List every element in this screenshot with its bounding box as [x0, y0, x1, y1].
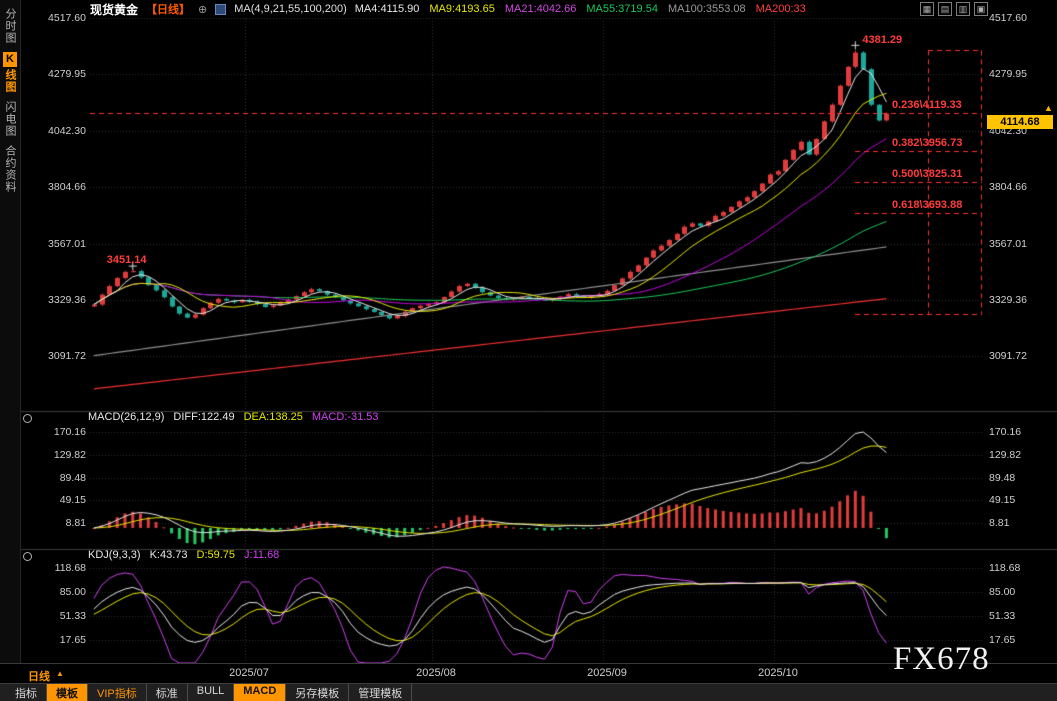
fib-level-label-2: 0.500\3825.31 [892, 168, 963, 180]
macd-tick-right-0: 170.16 [989, 426, 1022, 438]
price-tick-right-5: 3329.36 [989, 294, 1027, 306]
ma-value-2: MA21:4042.66 [504, 3, 577, 15]
layout-option-icon-3[interactable]: ▣ [974, 2, 988, 16]
kdj-tick-left-2: 51.33 [59, 610, 86, 622]
kdj-indicator-header: KDJ(9,3,3) K:43.73 D:59.75 J:11.68 [88, 549, 279, 561]
macd-panel-collapse-icon[interactable] [23, 414, 32, 423]
macd-tick-left-2: 89.48 [59, 472, 86, 484]
price-tick-left-5: 3329.36 [48, 294, 86, 306]
bottom-toolbar-tabs: 指标 模板 VIP指标 标准 BULL MACD 另存模板 管理模板 [6, 684, 413, 701]
price-tick-right-4: 3567.01 [989, 238, 1027, 250]
macd-diff-value: DIFF:122.49 [173, 411, 235, 423]
xaxis-month-label-3: 2025/10 [758, 667, 798, 679]
kdj-k-value: K:43.73 [149, 549, 188, 561]
bottom-tab-5[interactable]: MACD [234, 684, 287, 701]
kdj-tick-left-0: 118.68 [54, 562, 86, 574]
kdj-tick-right-0: 118.68 [989, 562, 1021, 574]
layout-option-icon-0[interactable]: ▦ [920, 2, 934, 16]
kdj-tick-left-3: 17.65 [59, 634, 86, 646]
price-tick-left-3: 3804.66 [48, 181, 86, 193]
xaxis-month-label-1: 2025/08 [416, 667, 456, 679]
ma-value-4: MA100:3553.08 [667, 3, 746, 15]
ma-values: MA4:4115.90 MA9:4193.65 MA21:4042.66 MA55:3… [355, 3, 806, 15]
macd-tick-left-0: 170.16 [53, 426, 86, 438]
timeframe-label[interactable]: 日线 [28, 668, 50, 684]
sidebar-item-0[interactable]: 分时图 [2, 8, 18, 44]
kdj-j-value: J:11.68 [244, 549, 280, 561]
sidebar-item-2[interactable]: 闪电图 [2, 101, 18, 137]
fib-level-label-1: 0.382\3956.73 [892, 137, 963, 149]
macd-tick-right-2: 89.48 [989, 472, 1016, 484]
bottom-tab-7[interactable]: 管理模板 [349, 684, 413, 701]
macd-tick-right-1: 129.82 [989, 449, 1022, 461]
indicator-settings-icon[interactable] [215, 3, 227, 15]
price-tick-right-1: 4279.95 [989, 68, 1027, 80]
xaxis-month-label-2: 2025/09 [587, 667, 627, 679]
price-tick-left-4: 3567.01 [48, 238, 86, 250]
ma-value-5: MA200:33 [755, 3, 806, 15]
macd-indicator-header: MACD(26,12,9) DIFF:122.49 DEA:138.25 MAC… [88, 411, 379, 423]
price-annotation-0: 3451.14 [106, 254, 147, 267]
price-tick-left-6: 3091.72 [48, 350, 86, 362]
window-layout-icons: ▦ ▤ ▥ ▣ [920, 2, 988, 16]
timeframe-arrow-icon[interactable]: ▲ [56, 669, 64, 678]
ma-settings-label: MA(4,9,21,55,100,200) [234, 3, 347, 15]
bottom-tab-2[interactable]: VIP指标 [88, 684, 147, 701]
macd-tick-left-4: 8.81 [65, 517, 86, 529]
chart-canvas[interactable] [20, 18, 1057, 663]
ma-value-3: MA55:3719.54 [586, 3, 658, 15]
price-annotation-1: 4381.29 [862, 34, 903, 47]
ma-value-1: MA9:4193.65 [429, 3, 495, 15]
kdj-tick-right-3: 17.65 [989, 634, 1016, 646]
kdj-title: KDJ(9,3,3) [88, 549, 141, 561]
kdj-tick-right-1: 85.00 [989, 586, 1016, 598]
ma-value-0: MA4:4115.90 [354, 3, 420, 15]
chart-type-sidebar: 分时图 K 线图闪电图合约资料 [0, 0, 21, 683]
xaxis-month-label-0: 2025/07 [229, 667, 269, 679]
bottom-tab-3[interactable]: 标准 [147, 684, 188, 701]
price-tick-left-1: 4279.95 [48, 68, 86, 80]
kdj-panel-collapse-icon[interactable] [23, 552, 32, 561]
fib-level-label-0: 0.236\4119.33 [892, 99, 962, 111]
kdj-tick-left-1: 85.00 [59, 586, 86, 598]
macd-tick-right-3: 49.15 [989, 494, 1016, 506]
trading-terminal: 分时图 K 线图闪电图合约资料 现货黄金 【日线】 ⊕ MA(4,9,21,55,1… [0, 0, 1057, 701]
macd-tick-left-3: 49.15 [59, 494, 86, 506]
macd-tick-right-4: 8.81 [989, 517, 1010, 529]
topbar: 现货黄金 【日线】 ⊕ MA(4,9,21,55,100,200) MA4:41… [20, 0, 1057, 18]
macd-dea-value: DEA:138.25 [243, 411, 303, 423]
layout-option-icon-1[interactable]: ▤ [938, 2, 952, 16]
sidebar-item-label: 线图 [4, 69, 16, 93]
macd-bar-value: MACD:-31.53 [311, 411, 379, 423]
bottom-tab-4[interactable]: BULL [188, 684, 235, 701]
layout-option-icon-2[interactable]: ▥ [956, 2, 970, 16]
bottom-tab-1[interactable]: 模板 [47, 684, 88, 701]
circle-plus-icon[interactable]: ⊕ [198, 3, 207, 16]
price-tick-right-3: 3804.66 [989, 181, 1027, 193]
sidebar-item-3[interactable]: 合约资料 [2, 145, 18, 193]
price-tick-left-2: 4042.30 [48, 125, 86, 137]
price-up-arrow-icon: ▲ [1044, 103, 1053, 113]
watermark: FX678 [893, 641, 990, 677]
macd-title: MACD(26,12,9) [88, 411, 165, 423]
last-price-tag: 4114.68 [987, 115, 1053, 129]
symbol-name[interactable]: 现货黄金 [90, 1, 138, 18]
kdj-tick-right-2: 51.33 [989, 610, 1016, 622]
bottom-toolbar: 指标 模板 VIP指标 标准 BULL MACD 另存模板 管理模板 [0, 683, 1057, 701]
period-tag[interactable]: 【日线】 [146, 1, 190, 17]
price-tick-right-6: 3091.72 [989, 350, 1027, 362]
sidebar-item-1[interactable]: K 线图 [2, 52, 18, 93]
kdj-d-value: D:59.75 [196, 549, 236, 561]
bottom-tab-6[interactable]: 另存模板 [286, 684, 350, 701]
bottom-tab-0[interactable]: 指标 [6, 684, 47, 701]
fib-level-label-3: 0.618\3693.88 [892, 199, 963, 211]
active-tab-badge: K [3, 52, 17, 67]
macd-tick-left-1: 129.82 [53, 449, 86, 461]
